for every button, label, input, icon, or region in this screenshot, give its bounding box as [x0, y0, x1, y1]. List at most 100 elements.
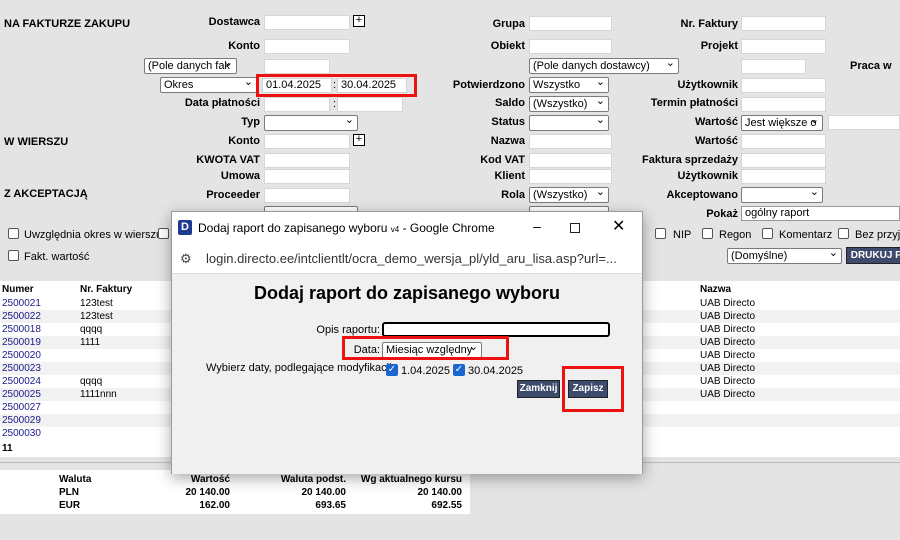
klient-input[interactable]	[529, 169, 612, 184]
summary-cell: 693.65	[315, 500, 346, 511]
uwzglednia-checkbox[interactable]	[8, 228, 19, 239]
row-numer-link[interactable]: 2500021	[2, 297, 41, 310]
proceeder-input[interactable]	[264, 188, 350, 203]
hidden-checkbox[interactable]	[158, 228, 169, 239]
row-numer-link[interactable]: 2500023	[2, 362, 41, 375]
layout-select[interactable]: (Domyślne)	[727, 248, 842, 264]
obiekt-input[interactable]	[529, 39, 612, 54]
kod-vat-input[interactable]	[529, 153, 612, 168]
supplier-field-value-input-2[interactable]	[741, 59, 806, 74]
row-nr-faktury: 123test	[80, 298, 113, 309]
typ-select[interactable]	[264, 115, 358, 131]
add-icon[interactable]: +	[353, 134, 365, 146]
row-wartosc-input[interactable]	[741, 134, 826, 149]
nazwa-label: Nazwa	[490, 135, 525, 147]
url-text[interactable]: login.directo.ee/intclientlt/ocra_demo_w…	[206, 251, 617, 266]
row-nr-faktury: 1111nnn	[80, 389, 117, 400]
faktura-sprzedazy-input[interactable]	[741, 153, 826, 168]
payment-date-separator: :	[333, 98, 337, 110]
row-numer-link[interactable]: 2500020	[2, 349, 41, 362]
row-konto-input[interactable]	[264, 134, 350, 149]
date2-checkbox[interactable]: ✓	[453, 364, 465, 376]
fakt-wartosc-label: Fakt. wartość	[24, 251, 90, 263]
row-numer-link[interactable]: 2500029	[2, 414, 41, 427]
section-row: W WIERSZU	[4, 136, 69, 148]
summary-cell: PLN	[59, 487, 79, 498]
site-settings-icon[interactable]: ⚙	[180, 251, 192, 267]
print-button[interactable]: DRUKUJ F	[846, 247, 900, 264]
bez-przyjec-label: Bez przyję	[855, 229, 900, 241]
row-nr-faktury: qqqq	[80, 324, 103, 335]
wartosc-input[interactable]	[828, 115, 900, 130]
status-label: Status	[491, 116, 525, 128]
supplier-invoice-field-select[interactable]: (Pole danych fak	[144, 58, 237, 74]
save-report-dialog: D Dodaj raport do zapisanego wyboru v4 -…	[171, 211, 643, 474]
komentarz-label: Komentarz	[779, 229, 833, 241]
summary-cell: 20 140.00	[301, 487, 347, 498]
praca-label: Praca w	[850, 60, 892, 72]
typ-label: Typ	[241, 116, 260, 128]
potwierdzono-select[interactable]: Wszystko	[529, 77, 609, 93]
konto-input[interactable]	[264, 39, 350, 54]
wartosc-label: Wartość	[695, 116, 738, 128]
save-button[interactable]: Zapisz	[568, 380, 608, 398]
minimize-icon[interactable]: –	[529, 218, 545, 234]
dostawca-input[interactable]	[264, 15, 350, 30]
row-numer-link[interactable]: 2500019	[2, 336, 41, 349]
termin-platnosci-input[interactable]	[741, 97, 826, 112]
supplier-field-value-input[interactable]	[264, 59, 330, 74]
umowa-input[interactable]	[264, 169, 350, 184]
row-count: 11	[2, 443, 13, 454]
date-from-input[interactable]: 01.04.2025	[262, 78, 332, 93]
bez-przyjec-checkbox[interactable]	[838, 228, 849, 239]
row-nazwa: UAB Directo	[700, 324, 756, 335]
col-nr-faktury-header: Nr. Faktury	[80, 284, 133, 295]
kwota-vat-input[interactable]	[264, 153, 350, 168]
projekt-input[interactable]	[741, 39, 826, 54]
opis-input[interactable]	[382, 322, 610, 337]
uzytkownik-input[interactable]	[741, 78, 826, 93]
projekt-label: Projekt	[700, 40, 738, 52]
wartosc-select[interactable]: Jest większe o	[741, 115, 823, 131]
row-numer-link[interactable]: 2500030	[2, 427, 41, 440]
close-button[interactable]: Zamknij	[517, 380, 560, 398]
date-to-input[interactable]: 30.04.2025	[337, 78, 407, 93]
payment-date-to[interactable]	[337, 97, 403, 112]
regon-checkbox[interactable]	[702, 228, 713, 239]
nazwa-input[interactable]	[529, 134, 612, 149]
komentarz-checkbox[interactable]	[762, 228, 773, 239]
klient-label: Klient	[494, 170, 525, 182]
nr-faktury-input[interactable]	[741, 16, 826, 31]
row-numer-link[interactable]: 2500022	[2, 310, 41, 323]
regon-label: Regon	[719, 229, 752, 241]
saldo-select[interactable]: (Wszystko)	[529, 96, 609, 112]
fakt-wartosc-checkbox[interactable]	[8, 250, 19, 261]
pokaz-input[interactable]: ogólny raport	[741, 206, 900, 221]
summary-header-kurs: Wg aktualnego kursu	[360, 474, 462, 485]
row-numer-link[interactable]: 2500024	[2, 375, 41, 388]
row-numer-link[interactable]: 2500025	[2, 388, 41, 401]
nip-checkbox[interactable]	[655, 228, 666, 239]
grupa-label: Grupa	[492, 18, 525, 30]
date1-label: 1.04.2025	[401, 365, 450, 377]
date1-checkbox[interactable]: ✓	[386, 364, 398, 376]
row-numer-link[interactable]: 2500027	[2, 401, 41, 414]
uzytkownik2-input[interactable]	[741, 169, 826, 184]
add-icon[interactable]: +	[353, 15, 365, 27]
row-numer-link[interactable]: 2500018	[2, 323, 41, 336]
akceptowano-select[interactable]	[741, 187, 823, 203]
data-select[interactable]: Miesiąc względny	[382, 342, 482, 358]
rola-select[interactable]: (Wszystko)	[529, 187, 609, 203]
maximize-icon[interactable]	[570, 223, 580, 233]
col-nazwa-header: Nazwa	[700, 284, 732, 295]
status-select[interactable]	[529, 115, 609, 131]
kwota-vat-label: KWOTA VAT	[196, 154, 260, 166]
payment-date-from[interactable]	[264, 97, 330, 112]
grupa-input[interactable]	[529, 16, 612, 31]
period-select[interactable]: Okres	[160, 77, 257, 93]
dialog-address-bar: ⚙ login.directo.ee/intclientlt/ocra_demo…	[172, 244, 642, 274]
date-separator: :	[333, 79, 337, 91]
row-nazwa: UAB Directo	[700, 376, 756, 387]
close-icon[interactable]: ✕	[612, 216, 625, 236]
supplier-field-select[interactable]: (Pole danych dostawcy)	[529, 58, 679, 74]
